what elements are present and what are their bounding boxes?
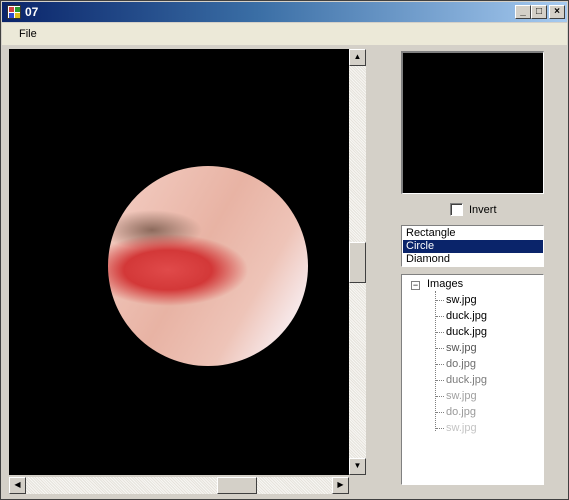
- tree-item[interactable]: sw.jpg: [446, 388, 477, 404]
- tree-branch-line: [436, 300, 444, 301]
- maximize-button[interactable]: □: [531, 5, 547, 19]
- window-title: 07: [25, 5, 39, 19]
- tree-connector-line: [435, 291, 436, 431]
- shape-option-rectangle[interactable]: Rectangle: [403, 227, 543, 240]
- scroll-corner: [349, 477, 366, 494]
- scroll-down-button[interactable]: ▼: [349, 458, 366, 475]
- shape-listbox[interactable]: Rectangle Circle Diamond: [401, 225, 544, 267]
- collapse-icon[interactable]: −: [411, 281, 420, 290]
- app-window: 07 _ □ × File ▲ ▼ ◀ ▶ Invert Rectangle C…: [0, 0, 569, 500]
- shape-option-diamond[interactable]: Diamond: [403, 253, 543, 266]
- scroll-right-button[interactable]: ▶: [332, 477, 349, 494]
- menu-bar: File: [2, 23, 567, 45]
- preview-panel: [401, 51, 544, 194]
- scroll-left-button[interactable]: ◀: [9, 477, 26, 494]
- tree-item[interactable]: sw.jpg: [446, 292, 477, 308]
- invert-checkbox[interactable]: [450, 203, 463, 216]
- tree-branch-line: [436, 332, 444, 333]
- tree-item[interactable]: do.jpg: [446, 356, 476, 372]
- masked-photo: [108, 166, 308, 366]
- tree-item[interactable]: duck.jpg: [446, 308, 487, 324]
- horizontal-scrollbar[interactable]: ◀ ▶: [9, 477, 349, 494]
- tree-item[interactable]: do.jpg: [446, 404, 476, 420]
- minimize-button[interactable]: _: [515, 5, 531, 19]
- tree-root-images[interactable]: Images: [427, 278, 463, 290]
- tree-branch-line: [436, 380, 444, 381]
- tree-item[interactable]: sw.jpg: [446, 340, 477, 356]
- tree-branch-line: [436, 316, 444, 317]
- tree-branch-line: [436, 348, 444, 349]
- vertical-scroll-thumb[interactable]: [349, 242, 366, 283]
- image-tree[interactable]: − Images sw.jpg duck.jpg duck.jpg sw.jpg…: [401, 274, 544, 485]
- menu-file[interactable]: File: [19, 28, 37, 40]
- app-icon[interactable]: [7, 5, 21, 19]
- horizontal-scroll-thumb[interactable]: [217, 477, 257, 494]
- vertical-scrollbar[interactable]: ▲ ▼: [349, 49, 366, 475]
- title-bar[interactable]: 07 _ □ ×: [2, 2, 567, 22]
- invert-label[interactable]: Invert: [469, 204, 497, 216]
- tree-branch-line: [436, 428, 444, 429]
- close-button[interactable]: ×: [549, 5, 565, 19]
- tree-item[interactable]: duck.jpg: [446, 372, 487, 388]
- image-viewer[interactable]: [9, 49, 349, 475]
- tree-item[interactable]: duck.jpg: [446, 324, 487, 340]
- tree-branch-line: [436, 396, 444, 397]
- tree-item[interactable]: sw.jpg: [446, 420, 477, 436]
- tree-branch-line: [436, 364, 444, 365]
- scroll-up-button[interactable]: ▲: [349, 49, 366, 66]
- shape-option-circle[interactable]: Circle: [403, 240, 543, 253]
- tree-branch-line: [436, 412, 444, 413]
